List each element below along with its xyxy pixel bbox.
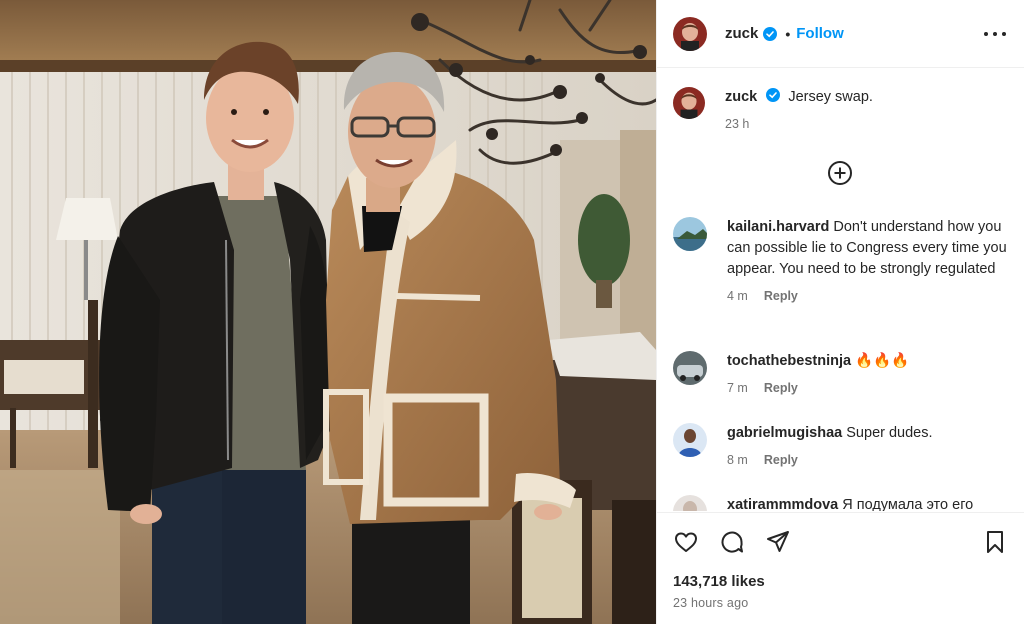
follow-button[interactable]: Follow [796, 25, 844, 42]
caption-avatar-image [673, 87, 705, 119]
header-separator: • [785, 25, 791, 42]
comments-list: zuck Jersey swap. 23 h kailani.harvard D… [657, 69, 1024, 511]
comment-body: tochathebestninja 🔥🔥🔥 7 m Reply [727, 351, 909, 399]
comment-meta: 7 m Reply [727, 378, 909, 399]
caption-text: Jersey swap. [788, 89, 873, 105]
comment-avatar-image [673, 423, 707, 457]
plus-circle-icon[interactable] [827, 160, 853, 186]
author-avatar-image [673, 16, 707, 51]
comment-time: 8 m [727, 453, 748, 467]
more-options-icon[interactable] [984, 24, 1006, 44]
caption-time: 23 h [725, 117, 750, 131]
comment-meta: 8 m Reply [727, 450, 933, 471]
reply-button[interactable]: Reply [764, 286, 798, 307]
comment-text: Super dudes. [846, 425, 933, 441]
caption-meta: 23 h [725, 114, 873, 135]
caption-body: zuck Jersey swap. 23 h [725, 87, 873, 135]
bookmark-icon[interactable] [982, 529, 1008, 555]
comment-username[interactable]: gabrielmugishaa [727, 425, 842, 441]
comment-avatar[interactable] [673, 495, 707, 511]
comment-avatar-image [673, 351, 707, 385]
likes-count[interactable]: 143,718 likes [673, 573, 765, 590]
caption-avatar[interactable] [673, 87, 705, 119]
comment-avatar[interactable] [673, 217, 707, 251]
comment-username[interactable]: tochathebestninja [727, 353, 851, 369]
comment-username[interactable]: xatirammmdova [727, 497, 838, 511]
share-icon[interactable] [765, 529, 791, 555]
action-icons-row [673, 529, 791, 555]
comment-icon[interactable] [719, 529, 745, 555]
post-side-panel: zuck • Follow zuck Jersey swap. 23 h kai… [656, 0, 1024, 624]
verified-badge-icon [766, 88, 781, 102]
comment-username[interactable]: kailani.harvard [727, 219, 829, 235]
heart-icon[interactable] [673, 529, 699, 555]
comment-item: kailani.harvard Don't understand how you… [673, 217, 1008, 307]
comment-body: kailani.harvard Don't understand how you… [727, 217, 1008, 307]
comment-avatar[interactable] [673, 423, 707, 457]
author-avatar[interactable] [673, 16, 707, 51]
comment-text: 🔥🔥🔥 [855, 353, 910, 369]
post-timestamp: 23 hours ago [673, 596, 749, 610]
verified-badge-icon [763, 26, 778, 41]
post-photo-illustration [0, 0, 656, 624]
comment-item: tochathebestninja 🔥🔥🔥 7 m Reply [673, 351, 1008, 399]
comment-item: gabrielmugishaa Super dudes. 8 m Reply [673, 423, 1008, 471]
comment-time: 4 m [727, 289, 748, 303]
caption-username[interactable]: zuck [725, 89, 757, 105]
post-actions: 143,718 likes 23 hours ago [657, 512, 1024, 624]
comment-body: xatirammmdova Я подумала это его [727, 495, 973, 511]
comment-text: Я подумала это его [842, 497, 974, 511]
header-user-row: zuck • Follow [725, 25, 844, 42]
reply-button[interactable]: Reply [764, 378, 798, 399]
comment-time: 7 m [727, 381, 748, 395]
comment-meta: 4 m Reply [727, 286, 1008, 307]
caption-item: zuck Jersey swap. 23 h [673, 87, 1008, 135]
author-username[interactable]: zuck [725, 25, 758, 42]
instagram-post: zuck • Follow zuck Jersey swap. 23 h kai… [0, 0, 1024, 624]
comment-avatar-image [673, 217, 707, 251]
comment-avatar[interactable] [673, 351, 707, 385]
reply-button[interactable]: Reply [764, 450, 798, 471]
comment-item: xatirammmdova Я подумала это его [673, 495, 1008, 511]
comment-body: gabrielmugishaa Super dudes. 8 m Reply [727, 423, 933, 471]
post-header: zuck • Follow [657, 0, 1024, 68]
post-photo[interactable] [0, 0, 656, 624]
comment-avatar-image [673, 495, 707, 511]
